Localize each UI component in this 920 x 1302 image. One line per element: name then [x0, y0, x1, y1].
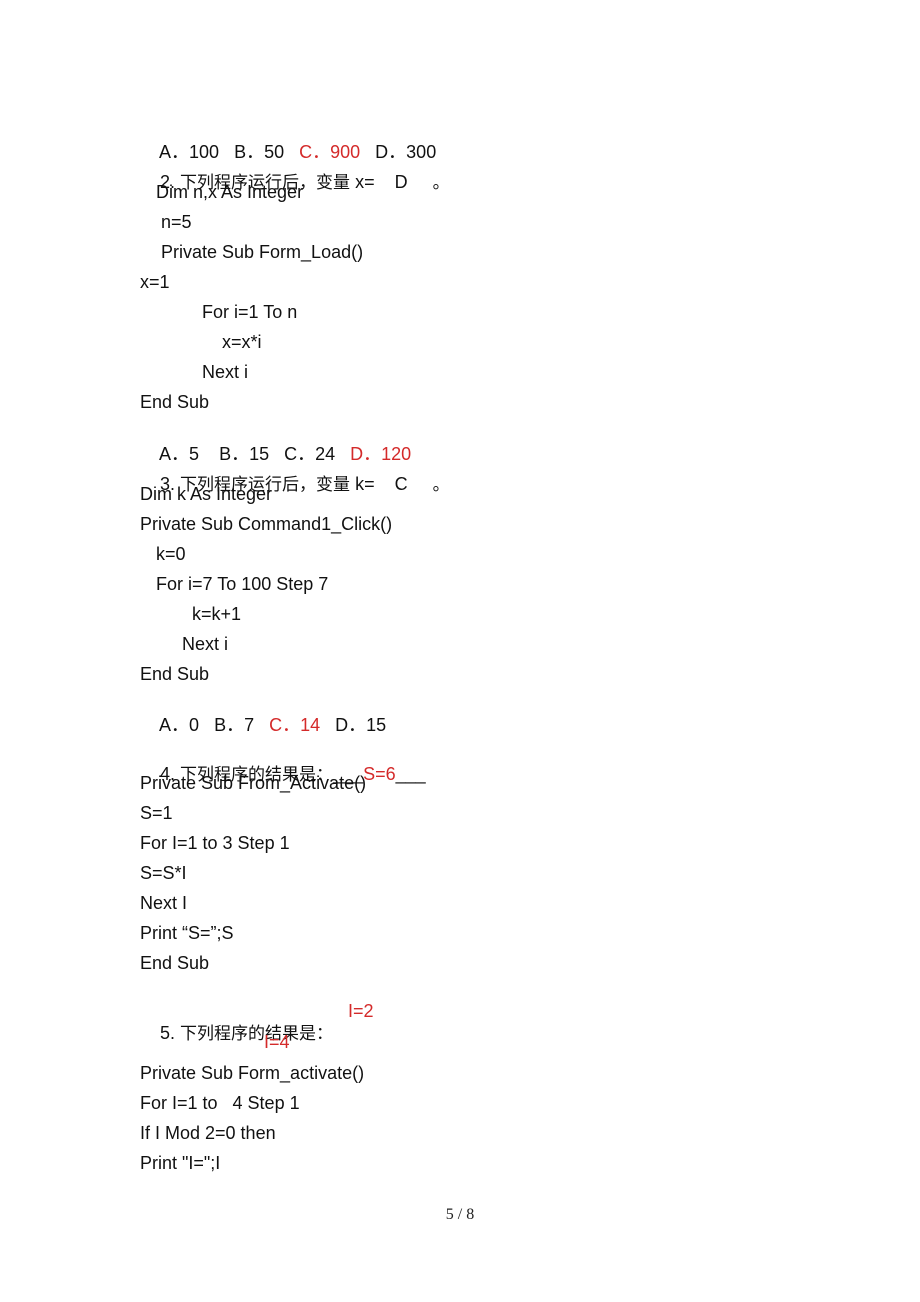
- q2-period: 。: [432, 173, 450, 193]
- code-line: End Sub: [140, 392, 210, 412]
- q3-period: 。: [432, 475, 450, 495]
- code-line: Private Sub Form_activate(): [140, 1063, 365, 1083]
- code-line: End Sub: [140, 664, 210, 684]
- q3-answer: C: [394, 474, 408, 494]
- code-line: End Sub: [140, 953, 210, 973]
- code-line: Next I: [140, 893, 188, 913]
- q2-var: x=: [355, 172, 375, 192]
- code-line: k=k+1: [192, 604, 242, 624]
- q5-answer-line: I=4: [264, 1032, 290, 1052]
- q3-option-a: A．0: [159, 715, 200, 735]
- code-line: Private Sub Command1_Click(): [140, 514, 393, 534]
- code-line: Dim n,x As Integer: [156, 182, 304, 202]
- code-line: Next i: [202, 362, 249, 382]
- code-line: For i=1 To n: [202, 302, 298, 322]
- q4-blank-post: ___: [395, 764, 426, 784]
- q3-option-b: B．7: [214, 715, 255, 735]
- code-line: x=x*i: [222, 332, 262, 352]
- code-line: Print "I=";I: [140, 1153, 221, 1173]
- code-line: S=1: [140, 803, 173, 823]
- q5-number: 5.: [160, 1023, 176, 1043]
- code-line: For I=1 to 3 Step 1: [140, 833, 290, 853]
- code-line: S=S*I: [140, 863, 187, 883]
- page-number: 5 / 8: [445, 1206, 475, 1223]
- code-line: Private Sub From_Activate(): [140, 773, 367, 793]
- code-line: k=0: [156, 544, 186, 564]
- code-line: If I Mod 2=0 then: [140, 1123, 276, 1143]
- q4-answer: S=6: [363, 764, 396, 784]
- q5-question: 5. 下列程序的结果是：: [140, 1000, 333, 1067]
- q5-prompt: 下列程序的结果是：: [180, 1024, 334, 1044]
- code-line: Private Sub Form_Load(): [161, 242, 364, 262]
- code-line: For I=1 to 4 Step 1: [140, 1093, 300, 1113]
- document-page: A．100 B．50 C．900 D．300 2. 下列程序运行后，变量 x= …: [0, 0, 920, 1302]
- code-line: Next i: [182, 634, 229, 654]
- q2-answer: D: [394, 172, 408, 192]
- q5-answer-line: I=2: [348, 1001, 374, 1021]
- code-line: n=5: [161, 212, 192, 232]
- code-line: Dim k As Integer: [140, 484, 273, 504]
- code-line: For i=7 To 100 Step 7: [156, 574, 329, 594]
- q3-option-c-correct: C．14: [269, 715, 321, 735]
- code-line: Print “S=”;S: [140, 923, 234, 943]
- q3-option-d: D．15: [335, 715, 387, 735]
- code-line: x=1: [140, 272, 170, 292]
- q3-var: k=: [355, 474, 375, 494]
